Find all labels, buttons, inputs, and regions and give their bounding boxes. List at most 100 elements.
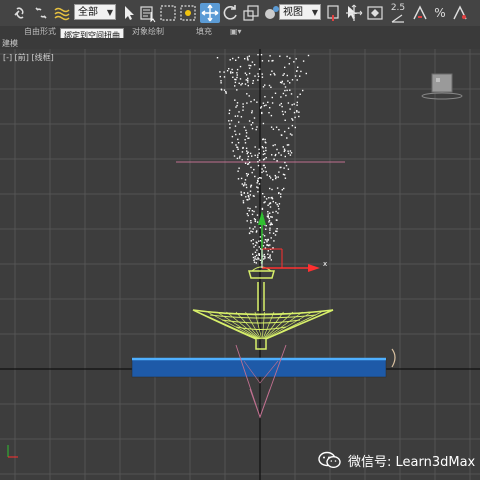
- particle: [293, 103, 295, 105]
- move-icon[interactable]: [200, 3, 220, 23]
- particle: [252, 239, 254, 241]
- particle: [244, 182, 246, 184]
- particle: [264, 153, 266, 155]
- front-viewport[interactable]: x: [0, 49, 480, 480]
- particle: [243, 126, 246, 128]
- particle: [272, 247, 274, 249]
- particle: [241, 159, 243, 161]
- particle: [297, 66, 299, 68]
- particle: [278, 192, 280, 194]
- particle: [274, 144, 276, 146]
- particle: [254, 154, 256, 157]
- particle: [272, 232, 275, 234]
- particle: [280, 166, 282, 169]
- select-by-name-icon[interactable]: [138, 3, 158, 23]
- tab-freeform[interactable]: 自由形式: [24, 26, 56, 38]
- use-pivot-center-icon[interactable]: [323, 3, 343, 23]
- particle: [289, 89, 291, 91]
- particle: [293, 61, 295, 63]
- particle: [269, 55, 271, 57]
- particle: [239, 65, 242, 68]
- particle: [253, 259, 255, 261]
- particle: [281, 189, 283, 191]
- particle: [280, 102, 282, 105]
- particle: [296, 101, 298, 104]
- particle: [254, 146, 256, 148]
- rect-region-icon[interactable]: [158, 3, 178, 23]
- particle: [269, 175, 271, 177]
- viewport-label-mode[interactable]: [线框]: [31, 53, 53, 62]
- particle: [237, 138, 239, 141]
- viewport-label-prefix[interactable]: [-] [前]: [3, 53, 29, 62]
- particle: [232, 76, 234, 78]
- scale-icon[interactable]: [241, 3, 261, 23]
- particle: [249, 190, 252, 192]
- particle: [274, 74, 276, 76]
- reference-coord-dropdown[interactable]: 视图 ▼: [279, 4, 321, 20]
- particle: [247, 214, 249, 217]
- particle: [271, 251, 274, 253]
- particle: [267, 253, 269, 255]
- particle: [223, 89, 226, 91]
- particle: [269, 107, 271, 109]
- particle: [269, 177, 272, 179]
- particle: [235, 106, 237, 108]
- particle: [250, 184, 253, 187]
- unlink-icon[interactable]: [31, 3, 51, 23]
- particle: [247, 77, 249, 80]
- viewcube-face: [431, 73, 453, 93]
- particle: [259, 240, 262, 242]
- particle: [246, 199, 248, 201]
- tab-populate[interactable]: 填充: [196, 26, 212, 38]
- particle: [237, 56, 240, 59]
- selection-filter-dropdown[interactable]: 全部 ▼: [74, 4, 116, 20]
- spinner-snap-icon[interactable]: [450, 3, 470, 23]
- mirror-icon[interactable]: [344, 3, 364, 23]
- align-icon[interactable]: [365, 3, 385, 23]
- particle: [276, 219, 278, 221]
- particle: [247, 137, 249, 139]
- particle: [267, 250, 269, 252]
- rotate-icon[interactable]: [220, 3, 240, 23]
- particle: [256, 258, 258, 261]
- particle: [256, 214, 259, 216]
- particle: [256, 156, 259, 158]
- particle: [250, 230, 252, 232]
- particle: [299, 75, 301, 77]
- angle-snap-icon[interactable]: 2.5: [388, 3, 408, 23]
- particle: [248, 95, 250, 97]
- percent-snap-icon[interactable]: %: [430, 3, 450, 23]
- particle: [242, 103, 244, 105]
- particle: [251, 213, 254, 216]
- particle: [279, 55, 281, 57]
- tab-object-paint[interactable]: 对象绘制: [132, 26, 164, 38]
- particle: [251, 112, 253, 114]
- link-icon[interactable]: [10, 3, 30, 23]
- window-crossing-icon[interactable]: [178, 3, 198, 23]
- bind-spacewarp-icon[interactable]: [52, 3, 72, 23]
- particle: [234, 99, 236, 101]
- particle: [284, 177, 287, 179]
- particle: [289, 82, 291, 84]
- particle: [219, 75, 221, 78]
- particle: [276, 148, 278, 151]
- particle: [271, 198, 274, 200]
- viewport-label[interactable]: [-] [前] [线框]: [3, 52, 54, 63]
- particle: [276, 160, 278, 162]
- particle: [278, 152, 280, 154]
- particle: [262, 159, 265, 161]
- particle: [289, 150, 292, 152]
- particle: [275, 177, 277, 180]
- particle: [291, 124, 294, 127]
- particle: [251, 155, 253, 157]
- particle: [272, 144, 274, 147]
- viewport-background: [0, 49, 480, 480]
- particle: [245, 74, 248, 76]
- particle: [250, 124, 252, 126]
- select-icon[interactable]: [119, 3, 139, 23]
- particle: [280, 134, 283, 136]
- ribbon-options-icon[interactable]: ▣▾: [230, 26, 242, 38]
- particle: [244, 142, 247, 144]
- snap-3d-icon[interactable]: [410, 3, 430, 23]
- particle: [273, 240, 275, 242]
